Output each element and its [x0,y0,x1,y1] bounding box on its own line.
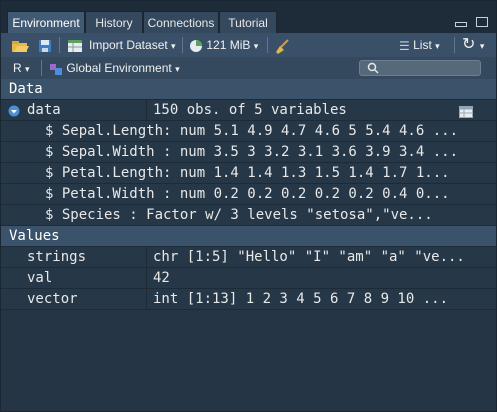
variable-value: chr [1:5] "Hello" "I" "am" "a" "ve... [153,249,465,265]
refresh-icon[interactable]: ↻ ▾ [462,33,484,57]
environment-grid: Data data 150 obs. of 5 variables $ Sepa… [1,79,496,310]
table-row[interactable]: strings chr [1:5] "Hello" "I" "am" "a" "… [1,247,496,268]
section-header-data: Data [1,79,496,100]
variable-name: vector [27,291,78,307]
memory-pie-icon [190,39,202,52]
view-table-icon[interactable] [459,104,473,120]
maximize-icon[interactable] [476,17,488,27]
chevron-down-icon: ▾ [253,41,259,51]
chevron-down-icon: ▾ [435,41,440,51]
chevron-down-icon: ▾ [25,64,30,74]
tab-environment[interactable]: Environment [7,11,85,33]
broom-icon[interactable] [274,33,290,57]
list-item: $ Petal.Width : num 0.2 0.2 0.2 0.2 0.2 … [1,184,496,205]
import-dataset-icon[interactable] [67,33,83,57]
tab-connections[interactable]: Connections [143,11,219,33]
list-view-button[interactable]: ☰ List ▾ [399,33,440,57]
environment-select[interactable]: Global Environment ▾ [49,57,180,79]
expand-icon[interactable] [8,103,20,120]
variable-value: 42 [153,270,170,286]
section-header-values: Values [1,226,496,247]
variable-name: data [27,102,61,118]
variable-name: val [27,270,53,286]
tab-history[interactable]: History [85,11,143,33]
window-controls [449,17,488,29]
table-row[interactable]: val 42 [1,268,496,289]
list-item: $ Sepal.Width : num 3.5 3 3.2 3.1 3.6 3.… [1,142,496,163]
variable-name: strings [27,249,87,265]
save-icon[interactable] [38,33,52,57]
environment-pane: Environment History Connections Tutorial… [0,0,497,412]
list-item: $ Species : Factor w/ 3 levels "setosa",… [1,205,496,226]
language-select[interactable]: R ▾ [13,57,30,79]
environment-icon [50,63,62,75]
search-icon [367,62,379,74]
chevron-down-icon: ▾ [171,41,176,51]
toolbar: Import Dataset ▾ 121 MiB ▾ ☰ List ▾ ↻ ▾ [1,33,496,58]
table-row[interactable]: vector int [1:13] 1 2 3 4 5 6 7 8 9 10 .… [1,289,496,310]
search-input[interactable] [359,60,481,76]
table-row[interactable]: data 150 obs. of 5 variables [1,100,496,121]
variable-value: int [1:13] 1 2 3 4 5 6 7 8 9 10 ... [153,291,449,307]
open-folder-icon[interactable] [11,33,29,57]
memory-usage-button[interactable]: 121 MiB ▾ [189,33,258,57]
environment-toolbar: R ▾ Global Environment ▾ [1,57,496,80]
tab-tutorial[interactable]: Tutorial [219,11,277,33]
list-item: $ Petal.Length: num 1.4 1.4 1.3 1.5 1.4 … [1,163,496,184]
minimize-icon[interactable] [454,22,467,27]
list-icon: ☰ [399,38,410,53]
import-dataset-button[interactable]: Import Dataset ▾ [89,33,176,57]
tab-bar: Environment History Connections Tutorial [1,1,496,33]
variable-value: 150 obs. of 5 variables [153,102,347,118]
chevron-down-icon: ▾ [175,64,180,74]
list-item: $ Sepal.Length: num 5.1 4.9 4.7 4.6 5 5.… [1,121,496,142]
